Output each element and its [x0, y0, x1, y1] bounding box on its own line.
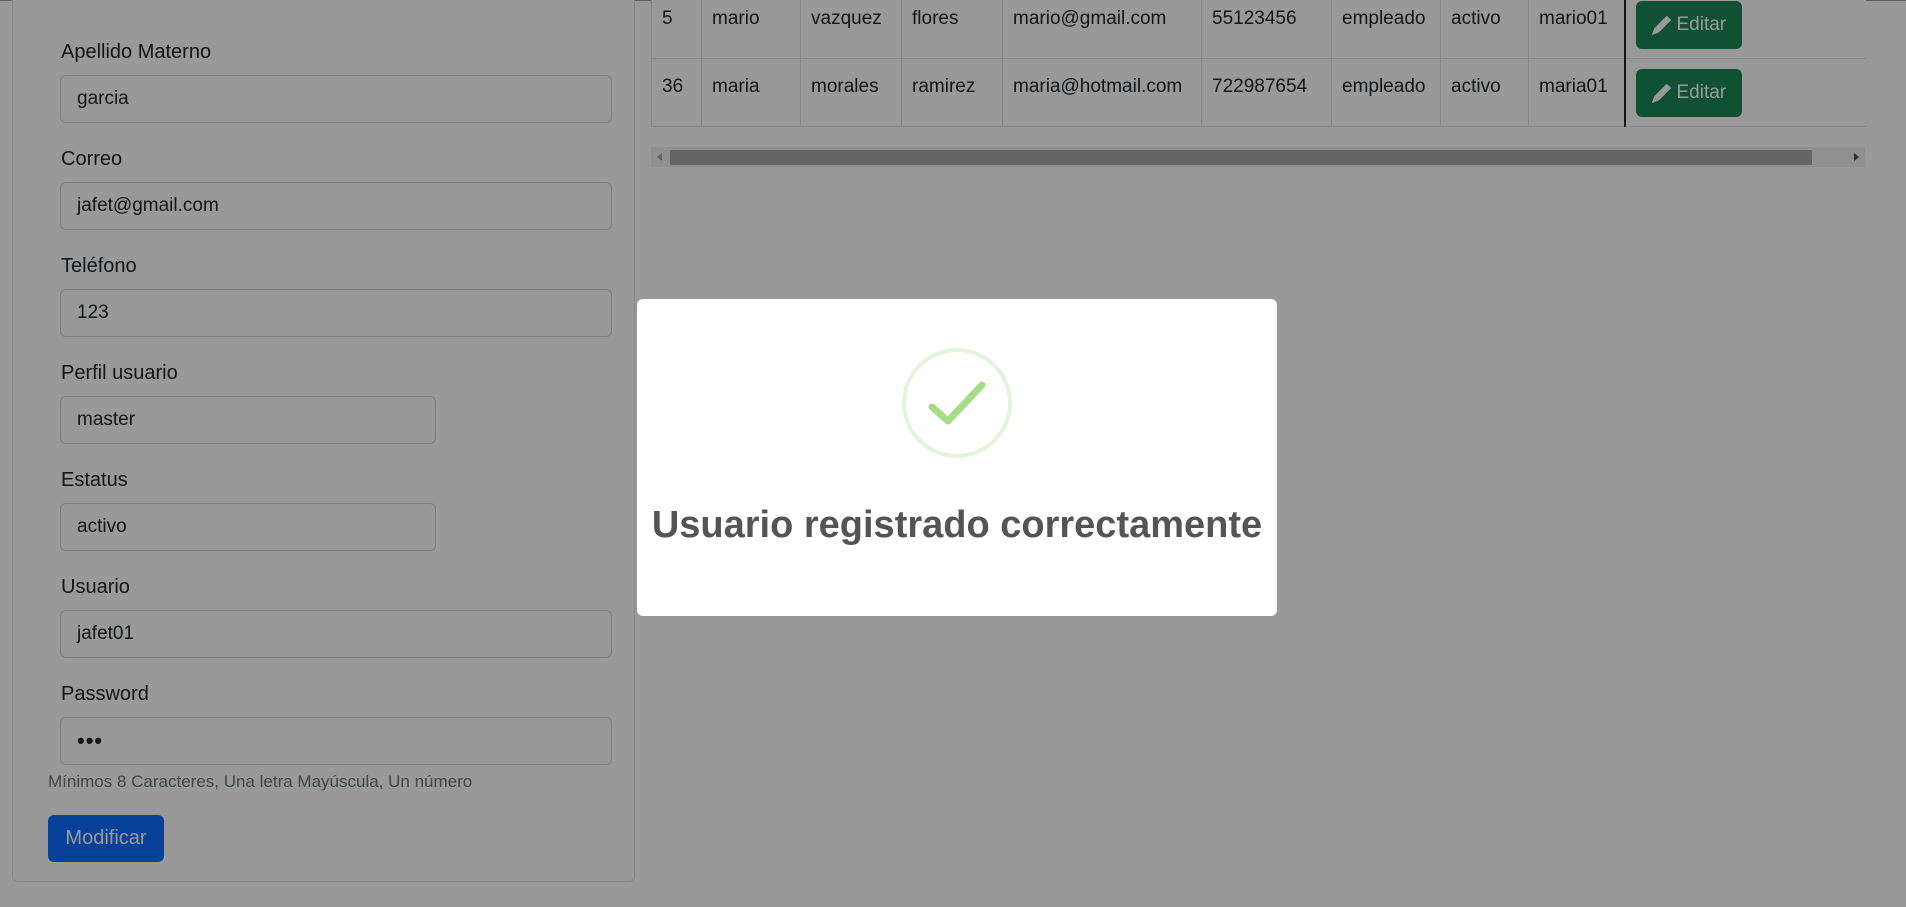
dialog-title: Usuario registrado correctamente [651, 504, 1263, 546]
success-dialog: Usuario registrado correctamente [637, 299, 1277, 616]
success-check-icon [902, 348, 1012, 458]
